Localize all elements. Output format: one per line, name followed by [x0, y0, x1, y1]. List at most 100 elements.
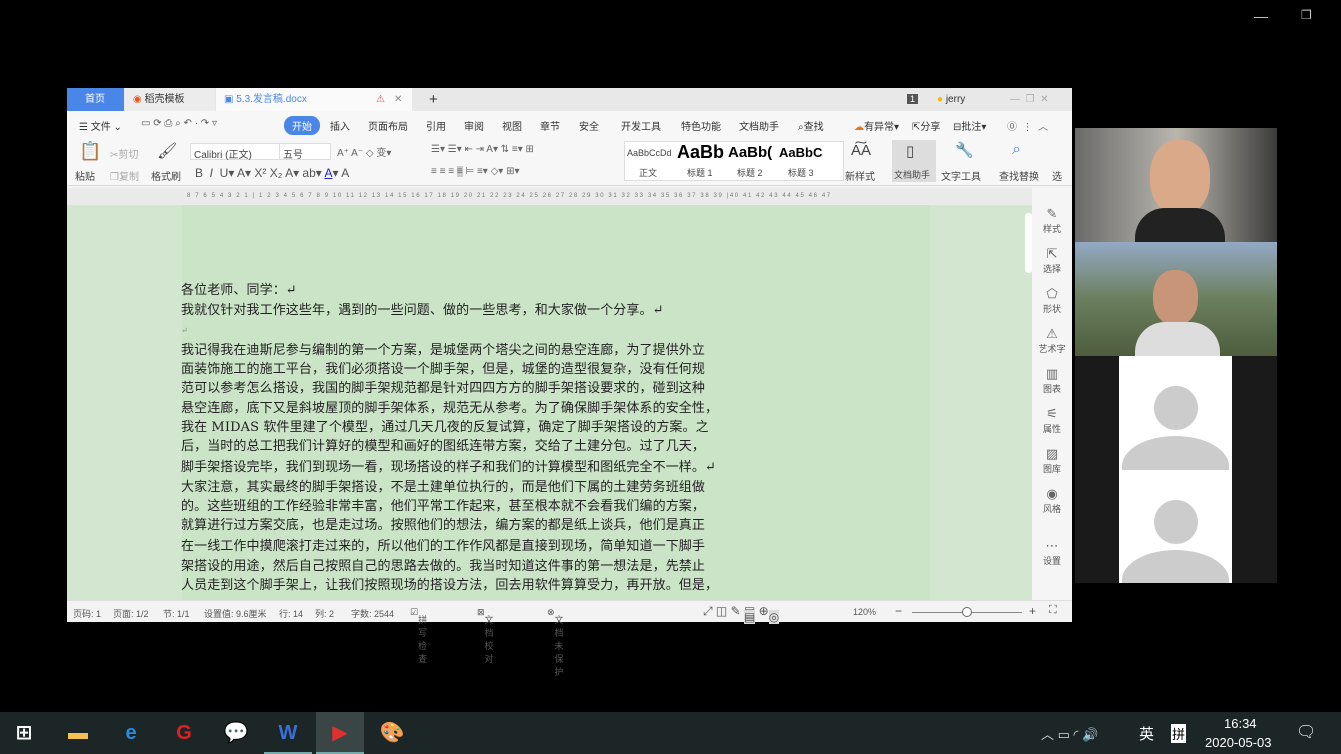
paste-button[interactable]: 粘贴 — [75, 168, 95, 183]
menu-layout[interactable]: 页面布局 — [368, 118, 408, 133]
style-h1[interactable]: 标题 1 — [687, 166, 713, 179]
quick-access-icons[interactable]: ▭ ⟳ ⎙ ⌕ ↶ · ↷ ▿ — [141, 118, 217, 129]
sidebar-item-5[interactable]: ⚟ 属性 — [1032, 406, 1072, 435]
close-tab-icon[interactable]: ✕ — [394, 88, 402, 111]
font-size-select[interactable]: 五号 — [279, 143, 331, 161]
tab-document[interactable]: ▣ 5.3.发言稿.docx ⚠ ✕ — [216, 88, 412, 111]
cut-button[interactable]: ✂剪切 — [110, 146, 138, 161]
menu-features[interactable]: 特色功能 — [681, 118, 721, 133]
document-line[interactable]: 后，当时的总工把我们计算好的模型和画好的图纸连带方案，交给了土建分包。过了几天， — [181, 439, 705, 455]
document-line[interactable]: 在一线工作中摸爬滚打走过来的，所以他们的工作作风都是直接到现场，简单知道一下脚手 — [181, 539, 705, 555]
clock-time[interactable]: 16:34 — [1224, 716, 1257, 731]
zoom-level[interactable]: 120% — [853, 607, 876, 617]
ime-pinyin[interactable]: 拼 — [1171, 724, 1187, 743]
sidebar-item-8[interactable]: ⋯ 设置 — [1032, 538, 1072, 567]
tab-docer[interactable]: ◉ 稻壳模板 — [125, 88, 215, 111]
zoom-in-button[interactable]: + — [1029, 604, 1036, 618]
tab-home[interactable]: 首页 — [67, 88, 124, 111]
scrollbar-thumb[interactable] — [1025, 213, 1032, 273]
zoom-slider-handle[interactable] — [962, 607, 972, 617]
tray-icons[interactable]: ︿ ▭ ◜ 🔊 — [1041, 724, 1098, 743]
new-tab-button[interactable]: + — [421, 88, 438, 111]
sidebar-item-2[interactable]: ⬠ 形状 — [1032, 286, 1072, 315]
video-participant-1[interactable] — [1075, 128, 1277, 242]
document-line[interactable]: ↵ — [181, 323, 188, 339]
document-line[interactable]: 就算进行过方案交底，也是走过场。按照他们的想法，编方案的都是纸上谈兵，他们是真正 — [181, 518, 705, 534]
file-menu[interactable]: ☰ 文件 ⌄ — [79, 118, 122, 133]
menu-doc-assistant[interactable]: 文档助手 — [739, 118, 779, 133]
document-line[interactable]: 脚手架搭设完毕，我们到现场一看，现场搭设的样子和我们的计算模型和图纸完全不一样。… — [181, 460, 716, 476]
menu-devtools[interactable]: 开发工具 — [621, 118, 661, 133]
view-mode-icons[interactable]: ⤢ ◫ ✎ ▤ ▤ ⊕ ◎ — [703, 604, 780, 624]
document-area[interactable]: 各位老师、同学：↵ 我就仅针对我工作这些年，遇到的一些问题、做的一些思考，和大家做… — [67, 205, 1032, 600]
spell-check-button[interactable]: ☑ 拼写检查 — [410, 607, 427, 664]
select-button[interactable]: 选 — [1052, 168, 1062, 183]
video-participant-2[interactable] — [1075, 242, 1277, 356]
document-line[interactable]: 我记得我在迪斯尼参与编制的第一个方案，是城堡两个塔尖之间的悬空连廊，为了提供外立 — [181, 343, 705, 359]
sidebar-item-0[interactable]: ✎ 样式 — [1032, 206, 1072, 235]
menu-view[interactable]: 视图 — [502, 118, 522, 133]
menu-insert[interactable]: 插入 — [330, 118, 350, 133]
anomaly-button[interactable]: ☁有异常▾ — [854, 118, 899, 133]
format-painter-button[interactable]: 格式刷 — [151, 168, 181, 183]
align-tools[interactable]: ≡ ≡ ≡ ≡ ⊨ ≡▾ ◇▾ ⊞▾ — [431, 166, 519, 177]
doc-assistant-button[interactable]: ▯ 文档助手 — [892, 140, 936, 182]
restore-button[interactable]: ❐ — [1301, 8, 1312, 22]
paint-icon[interactable]: 🎨 — [368, 712, 416, 754]
font-tools[interactable]: A⁺ A⁻ ◇ 变▾ — [337, 144, 391, 159]
clock-date[interactable]: 2020-05-03 — [1205, 735, 1272, 750]
windows-start-icon[interactable]: ⊞ — [0, 712, 48, 754]
style-normal[interactable]: 正文 — [639, 166, 657, 179]
video-participant-3[interactable] — [1119, 356, 1232, 470]
help-more-collapse[interactable]: ⓪ ⋮ ︿ — [1007, 118, 1048, 133]
sidebar-item-6[interactable]: ▨ 图库 — [1032, 446, 1072, 475]
menu-reference[interactable]: 引用 — [426, 118, 446, 133]
style-gallery[interactable]: AaBbCcDd 正文 AaBb 标题 1 AaBb( 标题 2 AaBbC 标… — [624, 141, 844, 181]
sidebar-item-7[interactable]: ◉ 风格 — [1032, 486, 1072, 515]
proofread-button[interactable]: ⊠ 文档校对 — [477, 607, 494, 664]
sidebar-item-3[interactable]: ⚠ 艺术字 — [1032, 326, 1072, 355]
format-buttons[interactable]: B I U▾ A▾ X² X₂ A▾ ab▾ A▾ A — [195, 166, 349, 180]
protect-button[interactable]: ⊗ 文档未保护 — [547, 607, 564, 677]
user-account[interactable]: ● jerry — [929, 88, 965, 111]
sidebar-item-4[interactable]: ▥ 图表 — [1032, 366, 1072, 395]
menu-review[interactable]: 审阅 — [464, 118, 484, 133]
sidebar-item-1[interactable]: ⇱ 选择 — [1032, 246, 1072, 275]
ruler[interactable]: 8 7 6 5 4 3 2 1 | 1 2 3 4 5 6 7 8 9 10 1… — [67, 188, 1072, 205]
document-line[interactable]: 人员走到这个脚手架上，让我们按照现场的搭设方法，回去用软件算算受力，再开放。但是… — [181, 578, 718, 594]
style-h3[interactable]: 标题 3 — [788, 166, 814, 179]
menu-chapter[interactable]: 章节 — [540, 118, 560, 133]
document-line[interactable]: 大家注意，其实最终的脚手架搭设，不是土建单位执行的，而是他们下属的土建劳务班组做 — [181, 480, 705, 496]
text-tools-button[interactable]: 文字工具 — [941, 168, 981, 183]
document-line[interactable]: 我就仅针对我工作这些年，遇到的一些问题、做的一些思考，和大家做一个分享。↵ — [181, 303, 664, 319]
wechat-icon[interactable]: 💬 — [212, 712, 260, 754]
notification-icon[interactable]: 🗨 — [1296, 722, 1316, 742]
font-select[interactable]: Calibri (正文) — [190, 143, 280, 161]
ime-mode[interactable]: 英 — [1139, 723, 1154, 744]
comment-button[interactable]: ⊟批注▾ — [953, 118, 986, 133]
paste-icon[interactable]: 📋 — [79, 141, 101, 162]
document-line[interactable]: 面装饰施工的施工平台，我们必须搭设一个脚手架，但是，城堡的造型很复杂，没有任何规 — [181, 362, 705, 378]
document-line[interactable]: 各位老师、同学：↵ — [181, 283, 297, 299]
app-icon[interactable]: G — [160, 712, 208, 754]
share-button[interactable]: ⇱分享 — [912, 118, 940, 133]
zoom-out-button[interactable]: − — [895, 604, 902, 618]
copy-button[interactable]: ❐复制 — [110, 168, 139, 183]
paragraph-tools[interactable]: ☰▾ ☰▾ ⇤ ⇥ A▾ ⇅ ≡▾ ⊞ — [431, 144, 534, 155]
find-replace-button[interactable]: 查找替换 — [999, 168, 1039, 183]
style-h2[interactable]: 标题 2 — [737, 166, 763, 179]
fit-icon[interactable]: ⛶ — [1049, 604, 1057, 617]
edge-icon[interactable]: e — [107, 712, 155, 754]
menu-start[interactable]: 开始 — [284, 116, 320, 135]
search-button[interactable]: ⌕查找 — [798, 118, 824, 133]
document-line[interactable]: 的。这些班组的工作经验非常丰富，他们平常工作起来，甚至根本就不会看我们编的方案， — [181, 499, 705, 515]
file-explorer-icon[interactable]: ▬ — [54, 712, 102, 754]
document-line[interactable]: 我在 MIDAS 软件里建了个模型，通过几天几夜的反复试算，确定了脚手架搭设的方… — [181, 420, 709, 436]
video-participant-4[interactable] — [1119, 470, 1232, 583]
document-line[interactable]: 架搭设的用途，然后自己按照自己的思路去做的。我当时知道这件事的第一想法是，先禁止 — [181, 559, 705, 575]
video-player-icon[interactable]: ▶ — [316, 712, 364, 754]
minimize-button[interactable]: — — [1254, 8, 1268, 24]
wps-word-icon[interactable]: W — [264, 712, 312, 754]
new-style-button[interactable]: 新样式 — [845, 168, 875, 183]
format-painter-icon[interactable]: 🖌 — [157, 141, 177, 161]
